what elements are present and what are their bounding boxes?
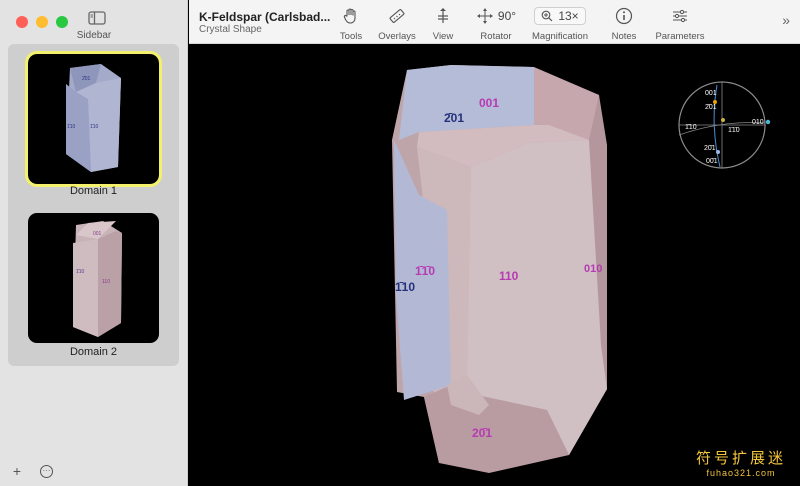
view-button[interactable]: View bbox=[431, 6, 455, 42]
window-controls bbox=[16, 16, 68, 28]
crystal-thumbnail-pink: 001 1̄10 110 bbox=[73, 221, 122, 337]
ruler-icon bbox=[377, 6, 417, 26]
parameters-button[interactable]: Parameters bbox=[654, 6, 706, 42]
domain-name-2[interactable]: Domain 2 bbox=[8, 346, 179, 358]
document-title: K-Feldspar (Carlsbad... bbox=[199, 10, 331, 24]
stereo-label-20-1: 20̄1 bbox=[704, 145, 716, 152]
stereo-label-1-1-0: 1̄1̄0 bbox=[728, 127, 740, 134]
rotator-arrows-icon bbox=[476, 8, 493, 24]
view-label: View bbox=[432, 31, 454, 42]
svg-text:2̄01: 2̄01 bbox=[82, 76, 91, 82]
hand-icon bbox=[339, 6, 363, 26]
tools-button[interactable]: Tools bbox=[339, 6, 363, 42]
sidebar-label: Sidebar bbox=[76, 30, 112, 41]
crystal-thumbnail-blue: 2̄01 1̄10 1̄10 bbox=[66, 64, 121, 172]
close-button[interactable] bbox=[16, 16, 28, 28]
view-axis-icon bbox=[431, 6, 455, 26]
sidebar-toggle-icon[interactable] bbox=[88, 11, 106, 25]
sliders-icon bbox=[654, 6, 706, 26]
face-label-20-1: 20̄1 bbox=[472, 426, 492, 440]
crystal-render: 001 2̄01 1̄1̄0 1̄10 110 010 20̄1 001 2̄0… bbox=[392, 65, 771, 473]
face-label-1-10: 1̄10 bbox=[395, 280, 415, 294]
zoom-icon bbox=[541, 10, 553, 22]
more-options-button[interactable]: ··· bbox=[40, 464, 53, 478]
watermark-chinese: 符号扩展迷 bbox=[695, 449, 786, 467]
magnification-box[interactable]: 13× bbox=[534, 7, 586, 25]
stereo-label-010: 010 bbox=[752, 119, 764, 126]
magnification-value: 13× bbox=[558, 9, 579, 23]
info-icon bbox=[611, 6, 637, 26]
rotator-button[interactable]: 90° Rotator bbox=[471, 6, 521, 42]
face-label-1-1-0: 1̄1̄0 bbox=[415, 264, 435, 278]
overlays-button[interactable]: Overlays bbox=[377, 6, 417, 42]
watermark: 符号扩展迷 fuhao321.com bbox=[696, 447, 786, 478]
document-subtitle: Crystal Shape bbox=[199, 24, 262, 35]
svg-text:001: 001 bbox=[93, 231, 102, 237]
watermark-url: fuhao321.com bbox=[706, 468, 776, 478]
zoom-button[interactable] bbox=[56, 16, 68, 28]
stereonet: 001 2̄01 1̄10 1̄1̄0 010 20̄1 00̄1 bbox=[678, 81, 771, 169]
sidebar: Sidebar 2̄01 1̄10 1̄10 Domain 1 001 1̄10… bbox=[0, 0, 188, 486]
face-label-010: 010 bbox=[584, 263, 602, 275]
svg-text:110: 110 bbox=[102, 279, 110, 285]
rotator-value: 90° bbox=[497, 9, 517, 23]
tools-label: Tools bbox=[339, 31, 363, 42]
domain-thumbnail-2[interactable]: 001 1̄10 110 bbox=[28, 213, 159, 343]
stereo-label-1-10: 1̄10 bbox=[685, 124, 697, 131]
face-label-001: 001 bbox=[479, 96, 499, 110]
app-window: Sidebar 2̄01 1̄10 1̄10 Domain 1 001 1̄10… bbox=[0, 0, 800, 486]
notes-label: Notes bbox=[611, 31, 637, 42]
toolbar-overflow-icon[interactable]: » bbox=[782, 12, 790, 28]
stereo-label-001: 001 bbox=[705, 90, 717, 97]
domain-name-1[interactable]: Domain 1 bbox=[8, 185, 179, 197]
rotator-label: Rotator bbox=[480, 31, 512, 42]
domain-thumbnail-1[interactable]: 2̄01 1̄10 1̄10 bbox=[25, 51, 162, 187]
notes-button[interactable]: Notes bbox=[611, 6, 637, 42]
toolbar: K-Feldspar (Carlsbad... Crystal Shape To… bbox=[189, 0, 800, 44]
minimize-button[interactable] bbox=[36, 16, 48, 28]
svg-text:1̄10: 1̄10 bbox=[67, 124, 76, 130]
stereo-label-00-1: 00̄1 bbox=[706, 158, 718, 165]
magnification-label: Magnification bbox=[532, 31, 588, 42]
face-label-110: 110 bbox=[499, 269, 519, 283]
overlays-label: Overlays bbox=[378, 31, 416, 42]
domain-list: 2̄01 1̄10 1̄10 Domain 1 001 1̄10 110 Dom… bbox=[8, 44, 179, 366]
svg-text:1̄10: 1̄10 bbox=[90, 124, 99, 130]
magnification-control[interactable]: 13× Magnification bbox=[529, 6, 591, 42]
face-label-2-01: 2̄01 bbox=[444, 111, 464, 125]
crystal-viewport[interactable]: 001 2̄01 1̄1̄0 1̄10 110 010 20̄1 001 2̄0… bbox=[189, 45, 800, 486]
sidebar-bottom-bar: + ··· bbox=[10, 464, 53, 478]
parameters-label: Parameters bbox=[655, 31, 705, 42]
add-domain-button[interactable]: + bbox=[10, 464, 24, 478]
svg-text:1̄10: 1̄10 bbox=[76, 269, 85, 275]
stereo-label-2-01: 2̄01 bbox=[705, 104, 717, 111]
